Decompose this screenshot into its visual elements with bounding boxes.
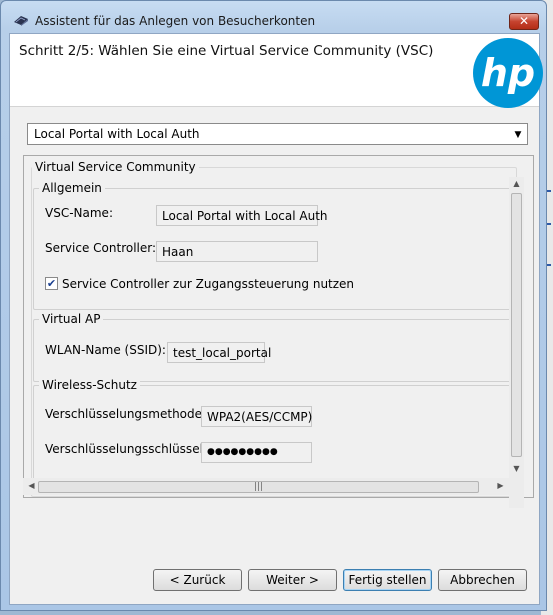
scroll-left-icon[interactable]: ◀	[24, 481, 39, 490]
cancel-button[interactable]: Abbrechen	[438, 569, 527, 591]
scroll-right-icon[interactable]: ▶	[493, 481, 508, 490]
access-control-label: Service Controller zur Zugangssteuerung …	[62, 277, 355, 291]
ssid-field: test_local_portal	[167, 342, 271, 363]
vsc-groupbox-title: Virtual Service Community	[32, 160, 199, 174]
chevron-down-icon[interactable]: ▼	[512, 127, 524, 141]
wizard-window: Assistent für das Anlegen von Besucherko…	[0, 0, 547, 611]
ssid-label: WLAN-Name (SSID):	[45, 343, 166, 357]
wizard-client-area: Schritt 2/5: Wählen Sie eine Virtual Ser…	[9, 33, 543, 605]
horizontal-scroll-thumb[interactable]: |||	[38, 481, 479, 493]
virtual-ap-groupbox: Virtual AP WLAN-Name (SSID): test_local_…	[33, 312, 514, 382]
encryption-key-field: ●●●●●●●●●	[201, 442, 312, 463]
scroll-up-icon[interactable]: ▲	[509, 179, 524, 188]
horizontal-scrollbar[interactable]: ◀ ||| ▶	[23, 478, 509, 495]
close-button[interactable]: ✕	[509, 13, 539, 30]
window-title: Assistent für das Anlegen von Besucherko…	[35, 14, 316, 28]
general-groupbox: Allgemein VSC-Name: Local Portal with Lo…	[33, 181, 514, 310]
hp-logo-text: hp	[481, 51, 535, 95]
vsc-name-label: VSC-Name:	[45, 206, 113, 220]
general-groupbox-title: Allgemein	[39, 181, 105, 195]
scroll-down-icon[interactable]: ▼	[509, 464, 524, 473]
encryption-method-field: WPA2(AES/CCMP)	[201, 406, 312, 427]
step-title: Schritt 2/5: Wählen Sie eine Virtual Ser…	[19, 43, 434, 59]
next-button[interactable]: Weiter >	[248, 569, 337, 591]
vertical-scrollbar[interactable]: ▲ ▼	[509, 177, 524, 508]
encryption-method-label: Verschlüsselungsmethode:	[45, 407, 207, 421]
service-controller-label: Service Controller:	[45, 241, 157, 255]
vsc-dropdown-value: Local Portal with Local Auth	[34, 127, 200, 141]
encryption-key-label: Verschlüsselungsschlüssel:	[45, 442, 207, 456]
app-book-icon	[14, 16, 28, 26]
back-button[interactable]: < Zurück	[153, 569, 242, 591]
vsc-dropdown[interactable]: Local Portal with Local Auth ▼	[27, 123, 528, 145]
access-control-checkbox[interactable]: ✔	[45, 277, 58, 290]
virtual-ap-groupbox-title: Virtual AP	[39, 312, 104, 326]
wizard-header: Schritt 2/5: Wählen Sie eine Virtual Ser…	[10, 34, 543, 108]
hp-logo: hp	[473, 38, 543, 108]
title-bar: Assistent für das Anlegen von Besucherko…	[1, 1, 548, 31]
grip-icon: |||	[254, 482, 264, 492]
service-controller-field: Haan	[156, 241, 318, 262]
finish-button[interactable]: Fertig stellen	[343, 569, 432, 591]
vsc-name-field: Local Portal with Local Auth	[156, 205, 328, 226]
vertical-scroll-thumb[interactable]	[511, 193, 522, 457]
vsc-details-panel: Virtual Service Community Allgemein VSC-…	[23, 155, 534, 498]
wireless-security-groupbox-title: Wireless-Schutz	[39, 378, 140, 392]
